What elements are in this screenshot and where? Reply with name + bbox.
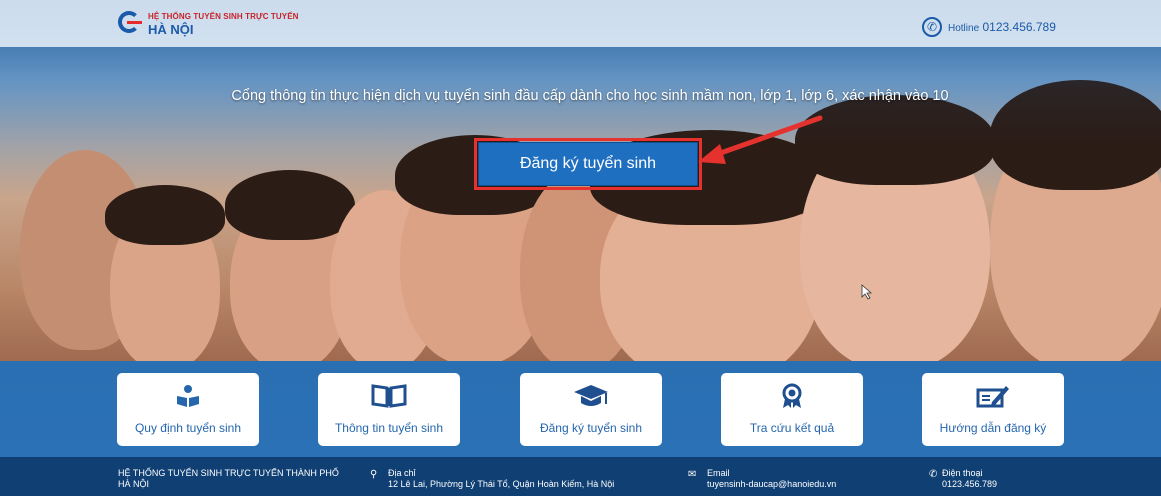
site-footer: HỆ THỐNG TUYỂN SINH TRỰC TUYẾN THÀNH PHỐ… [0,457,1161,496]
logo-line1: HỆ THỐNG TUYỂN SINH TRỰC TUYẾN [148,11,299,21]
logo-text: HỆ THỐNG TUYỂN SINH TRỰC TUYẾN HÀ NỘI [148,11,299,37]
tile-quy-dinh[interactable]: Quy định tuyển sinh [117,373,259,446]
hotline-text: Hotline 0123.456.789 [948,20,1056,34]
tile-label: Quy định tuyển sinh [134,421,242,435]
tile-tra-cuu[interactable]: Tra cứu kết quả [721,373,863,446]
tile-label: Thông tin tuyển sinh [334,421,444,435]
logo-c-icon [118,11,144,37]
footer-address-value: 12 Lê Lai, Phường Lý Thái Tổ, Quận Hoàn … [388,479,615,489]
hero-tagline: Cổng thông tin thực hiện dịch vụ tuyển s… [231,88,949,104]
tile-label: Đăng ký tuyển sinh [539,421,643,435]
tile-label: Hướng dẫn đăng ký [939,421,1047,435]
footer-email: Email tuyensinh-daucap@hanoiedu.vn [707,468,836,490]
tile-huong-dan[interactable]: Hướng dẫn đăng ký [922,373,1064,446]
tile-dang-ky[interactable]: Đăng ký tuyển sinh [520,373,662,446]
footer-email-label: Email [707,468,730,478]
location-pin-icon: ⚲ [370,469,378,480]
edit-form-icon [976,383,1010,409]
logo-line2: HÀ NỘI [148,21,194,37]
footer-phone-label: Điện thoại [942,468,983,478]
footer-email-value[interactable]: tuyensinh-daucap@hanoiedu.vn [707,479,836,490]
tile-label: Tra cứu kết quả [749,421,835,435]
phone-icon: ✆ [922,17,942,37]
phone-icon: ✆ [929,469,938,480]
footer-org-name: HỆ THỐNG TUYỂN SINH TRỰC TUYẾN THÀNH PHỐ… [118,468,339,489]
envelope-icon: ✉ [688,469,697,480]
annotation-arrow-icon [698,115,823,164]
award-ribbon-icon [780,383,804,409]
footer-address-label: Địa chỉ [388,468,416,478]
reading-person-icon [175,383,201,409]
hotline-number: 0123.456.789 [982,20,1056,34]
footer-address: Địa chỉ 12 Lê Lai, Phường Lý Thái Tổ, Qu… [388,468,614,490]
open-book-icon [371,383,407,409]
tile-thong-tin[interactable]: Thông tin tuyển sinh [318,373,460,446]
mouse-cursor-icon [861,284,873,300]
hotline-label: Hotline [948,23,980,34]
register-admission-button[interactable]: Đăng ký tuyển sinh [478,142,698,186]
top-header: HỆ THỐNG TUYỂN SINH TRỰC TUYẾN HÀ NỘI ✆ … [0,0,1161,47]
graduation-cap-icon [573,383,609,409]
footer-phone-value: 0123.456.789 [942,479,998,489]
footer-phone: Điện thoại 0123.456.789 [942,468,997,490]
site-logo[interactable]: HỆ THỐNG TUYỂN SINH TRỰC TUYẾN HÀ NỘI [118,7,299,41]
hotline: ✆ Hotline 0123.456.789 [922,17,1056,37]
